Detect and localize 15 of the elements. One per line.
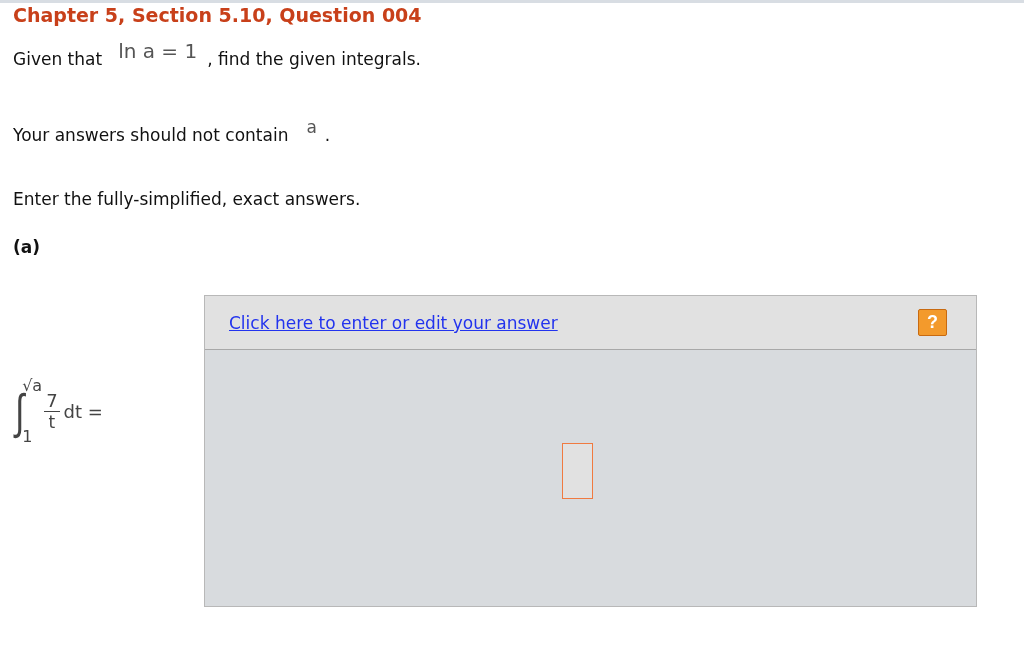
question-title: Chapter 5, Section 5.10, Question 004 bbox=[13, 3, 423, 27]
intro-text: , find the given integrals. bbox=[207, 49, 421, 69]
differential: dt = bbox=[63, 400, 103, 422]
math-expression: ln a = 1 bbox=[118, 39, 198, 63]
note-text: Your answers should not contain bbox=[13, 125, 289, 145]
instruction-text: Enter the fully-simplified, exact answers. bbox=[13, 189, 361, 209]
numerator: 7 bbox=[44, 390, 60, 412]
edit-answer-link[interactable]: Click here to enter or edit your answer bbox=[229, 312, 558, 333]
denominator: t bbox=[48, 411, 56, 432]
note-text: . bbox=[324, 125, 331, 145]
lower-limit: 1 bbox=[22, 427, 34, 446]
intro-text: Given that bbox=[13, 49, 103, 69]
math-variable: a bbox=[306, 117, 317, 137]
answer-field[interactable] bbox=[561, 443, 593, 499]
part-label: (a) bbox=[13, 237, 41, 257]
